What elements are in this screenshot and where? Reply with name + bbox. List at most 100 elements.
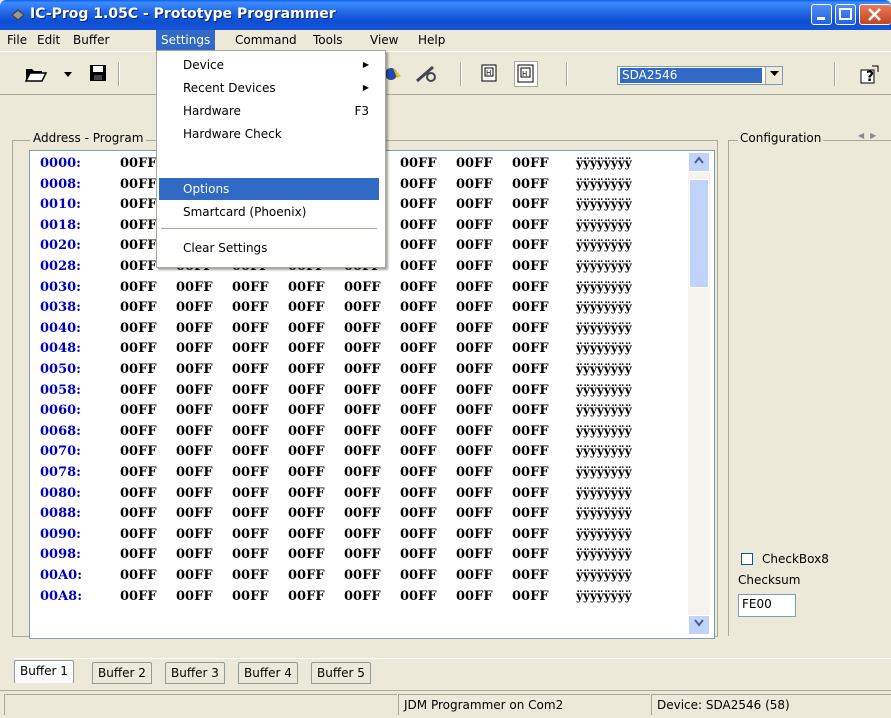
- tab-buffer-4[interactable]: Buffer 4: [238, 662, 298, 684]
- hex-cell[interactable]: 00FF: [288, 400, 325, 421]
- hex-cell[interactable]: 00FF: [120, 318, 157, 339]
- menu-item-smartcard[interactable]: Smartcard (Phoenix): [159, 201, 379, 223]
- hex-cell[interactable]: 00FF: [512, 503, 549, 524]
- menu-file[interactable]: File: [2, 30, 32, 50]
- hex-cell[interactable]: 00FF: [512, 318, 549, 339]
- hex-cell[interactable]: 00FF: [512, 565, 549, 586]
- hex-cell[interactable]: 00FF: [456, 235, 493, 256]
- hex-cell[interactable]: 00FF: [512, 215, 549, 236]
- hex-cell[interactable]: 00FF: [120, 441, 157, 462]
- menu-buffer[interactable]: Buffer: [68, 30, 114, 50]
- hex-cell[interactable]: 00FF: [400, 483, 437, 504]
- hex-cell[interactable]: 00FF: [456, 174, 493, 195]
- hex-cell[interactable]: 00FF: [344, 359, 381, 380]
- hex-cell[interactable]: 00FF: [176, 544, 213, 565]
- hex-cell[interactable]: 00FF: [288, 441, 325, 462]
- hex-cell[interactable]: 00FF: [456, 503, 493, 524]
- hex-cell[interactable]: 00FF: [288, 318, 325, 339]
- hex-cell[interactable]: 00FF: [120, 338, 157, 359]
- hex-cell[interactable]: 00FF: [232, 359, 269, 380]
- hex-cell[interactable]: 00FF: [344, 462, 381, 483]
- hex-cell[interactable]: 00FF: [232, 400, 269, 421]
- hex-cell[interactable]: 00FF: [176, 586, 213, 607]
- hex-cell[interactable]: 00FF: [512, 194, 549, 215]
- hex-cell[interactable]: 00FF: [512, 441, 549, 462]
- hex-cell[interactable]: 00FF: [120, 544, 157, 565]
- hex-cell[interactable]: 00FF: [232, 441, 269, 462]
- hex-cell[interactable]: 00FF: [120, 256, 157, 277]
- hex-cell[interactable]: 00FF: [288, 277, 325, 298]
- menu-edit[interactable]: Edit: [32, 30, 65, 50]
- hex-cell[interactable]: 00FF: [288, 483, 325, 504]
- hex-cell[interactable]: 00FF: [456, 256, 493, 277]
- hex-cell[interactable]: 00FF: [120, 277, 157, 298]
- hex-cell[interactable]: 00FF: [344, 297, 381, 318]
- hex-cell[interactable]: 00FF: [344, 380, 381, 401]
- checksum-field[interactable]: FE00: [738, 594, 796, 617]
- save-icon[interactable]: [90, 65, 106, 81]
- hex-cell[interactable]: 00FF: [400, 215, 437, 236]
- hex-cell[interactable]: 00FF: [232, 277, 269, 298]
- hex-cell[interactable]: 00FF: [120, 153, 157, 174]
- hex-cell[interactable]: 00FF: [120, 503, 157, 524]
- hex-cell[interactable]: 00FF: [344, 277, 381, 298]
- hex-cell[interactable]: 00FF: [512, 544, 549, 565]
- hex-cell[interactable]: 00FF: [344, 318, 381, 339]
- hex-cell[interactable]: 00FF: [232, 565, 269, 586]
- hex-cell[interactable]: 00FF: [120, 400, 157, 421]
- hex-cell[interactable]: 00FF: [176, 524, 213, 545]
- hex-cell[interactable]: 00FF: [400, 235, 437, 256]
- hex-cell[interactable]: 00FF: [512, 153, 549, 174]
- hex-cell[interactable]: 00FF: [176, 297, 213, 318]
- hex-cell[interactable]: 00FF: [344, 441, 381, 462]
- hex-cell[interactable]: 00FF: [176, 565, 213, 586]
- scroll-down-button[interactable]: [688, 615, 710, 635]
- menu-item-recent-devices[interactable]: Recent Devices ▶: [159, 77, 379, 99]
- hex-cell[interactable]: 00FF: [512, 174, 549, 195]
- hex-cell[interactable]: 00FF: [512, 380, 549, 401]
- hex-cell[interactable]: 00FF: [120, 174, 157, 195]
- hex-cell[interactable]: 00FF: [344, 400, 381, 421]
- hex-cell[interactable]: 00FF: [400, 462, 437, 483]
- hex-cell[interactable]: 00FF: [344, 421, 381, 442]
- menu-item-hardware[interactable]: Hardware F3: [159, 100, 379, 122]
- menu-settings[interactable]: Settings: [156, 30, 216, 50]
- hex-cell[interactable]: 00FF: [456, 441, 493, 462]
- hex-cell[interactable]: 00FF: [512, 400, 549, 421]
- hex-cell[interactable]: 00FF: [400, 503, 437, 524]
- hex-cell[interactable]: 00FF: [288, 462, 325, 483]
- hex-cell[interactable]: 00FF: [512, 256, 549, 277]
- configuration-scroll-arrows[interactable]: ◀▶: [858, 131, 882, 140]
- hex-cell[interactable]: 00FF: [456, 277, 493, 298]
- hex-cell[interactable]: 00FF: [120, 235, 157, 256]
- hex-cell[interactable]: 00FF: [288, 544, 325, 565]
- hex-cell[interactable]: 00FF: [456, 524, 493, 545]
- hex-cell[interactable]: 00FF: [176, 277, 213, 298]
- hex-cell[interactable]: 00FF: [512, 586, 549, 607]
- hex-cell[interactable]: 00FF: [176, 421, 213, 442]
- hex-cell[interactable]: 00FF: [344, 565, 381, 586]
- hex-cell[interactable]: 00FF: [232, 318, 269, 339]
- hex-cell[interactable]: 00FF: [456, 421, 493, 442]
- hex-cell[interactable]: 00FF: [232, 503, 269, 524]
- hex-cell[interactable]: 00FF: [120, 421, 157, 442]
- hex-cell[interactable]: 00FF: [344, 524, 381, 545]
- device-select[interactable]: SDA2546: [617, 66, 783, 85]
- hex-cell[interactable]: 00FF: [288, 297, 325, 318]
- hex-cell[interactable]: 00FF: [288, 380, 325, 401]
- hex-cell[interactable]: 00FF: [176, 400, 213, 421]
- hex-cell[interactable]: 00FF: [400, 421, 437, 442]
- hex-cell[interactable]: 00FF: [400, 565, 437, 586]
- hex-cell[interactable]: 00FF: [288, 586, 325, 607]
- hex-cell[interactable]: 00FF: [456, 297, 493, 318]
- hex-cell[interactable]: 00FF: [400, 586, 437, 607]
- hex-cell[interactable]: 00FF: [456, 565, 493, 586]
- hex-cell[interactable]: 00FF: [288, 524, 325, 545]
- menu-command[interactable]: Command: [230, 30, 302, 50]
- hex-cell[interactable]: 00FF: [456, 215, 493, 236]
- hex-cell[interactable]: 00FF: [232, 380, 269, 401]
- hex-cell[interactable]: 00FF: [456, 380, 493, 401]
- menu-tools[interactable]: Tools: [308, 30, 348, 50]
- hex-cell[interactable]: 00FF: [232, 483, 269, 504]
- hex-cell[interactable]: 00FF: [456, 462, 493, 483]
